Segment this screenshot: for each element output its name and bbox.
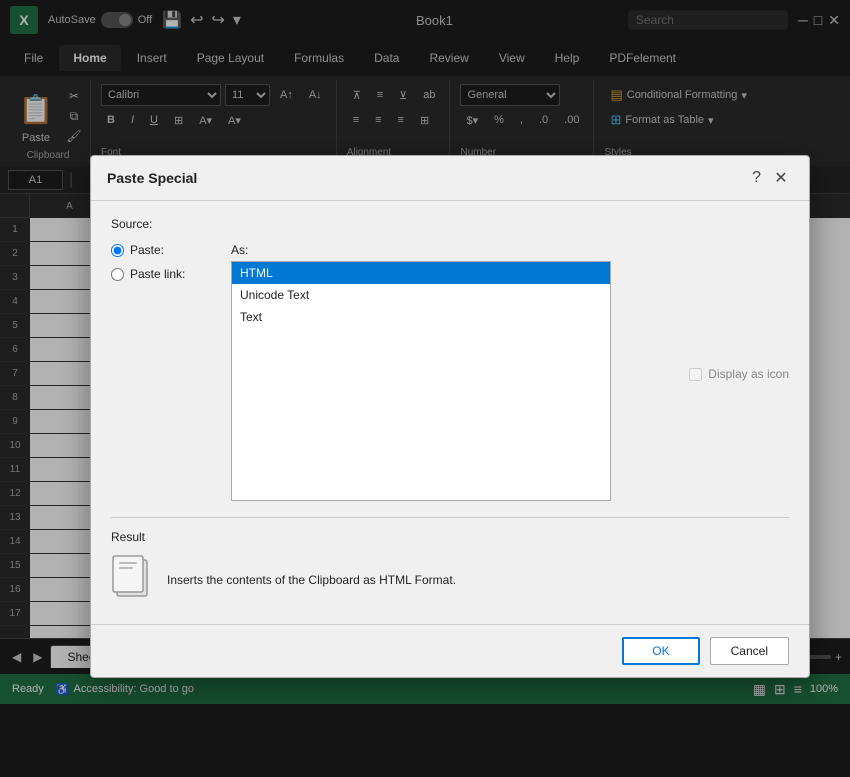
as-label: As:	[231, 243, 669, 257]
paste-radio[interactable]	[111, 244, 124, 257]
ok-button[interactable]: OK	[622, 637, 699, 665]
as-listbox[interactable]: HTML Unicode Text Text	[231, 261, 611, 501]
result-description: Inserts the contents of the Clipboard as…	[167, 573, 456, 587]
clipboard-result-icon	[111, 552, 155, 608]
listbox-item-html[interactable]: HTML	[232, 262, 610, 284]
paste-link-radio[interactable]	[111, 268, 124, 281]
dialog-help-button[interactable]: ?	[752, 169, 761, 187]
display-as-icon-checkbox[interactable]	[689, 368, 702, 381]
source-label: Source:	[111, 217, 789, 231]
dialog-main: Paste: Paste link: As: HTML Unicode Text…	[111, 243, 789, 501]
paste-link-radio-label[interactable]: Paste link:	[130, 267, 185, 281]
display-as-icon-label: Display as icon	[708, 367, 789, 381]
as-section: As: HTML Unicode Text Text	[231, 243, 669, 501]
dialog-overlay: Paste Special ? ✕ Source: Paste: Paste l…	[0, 0, 850, 777]
paste-options: Paste: Paste link:	[111, 243, 211, 501]
display-icon-section: Display as icon	[689, 243, 789, 501]
paste-radio-option: Paste:	[111, 243, 211, 257]
dialog-close-button[interactable]: ✕	[769, 166, 793, 190]
dialog-footer: OK Cancel	[91, 624, 809, 677]
dialog-titlebar: Paste Special ? ✕	[91, 156, 809, 201]
result-content: Inserts the contents of the Clipboard as…	[111, 552, 789, 608]
paste-radio-label[interactable]: Paste:	[130, 243, 164, 257]
dialog-body: Source: Paste: Paste link: As:	[91, 201, 809, 624]
cancel-button[interactable]: Cancel	[710, 637, 789, 665]
dialog-title: Paste Special	[107, 170, 752, 186]
listbox-item-text[interactable]: Text	[232, 306, 610, 328]
paste-special-dialog: Paste Special ? ✕ Source: Paste: Paste l…	[90, 155, 810, 678]
paste-link-radio-option: Paste link:	[111, 267, 211, 281]
result-label: Result	[111, 530, 789, 544]
listbox-item-unicode[interactable]: Unicode Text	[232, 284, 610, 306]
result-section: Result Inserts the contents of the Clipb…	[111, 517, 789, 608]
